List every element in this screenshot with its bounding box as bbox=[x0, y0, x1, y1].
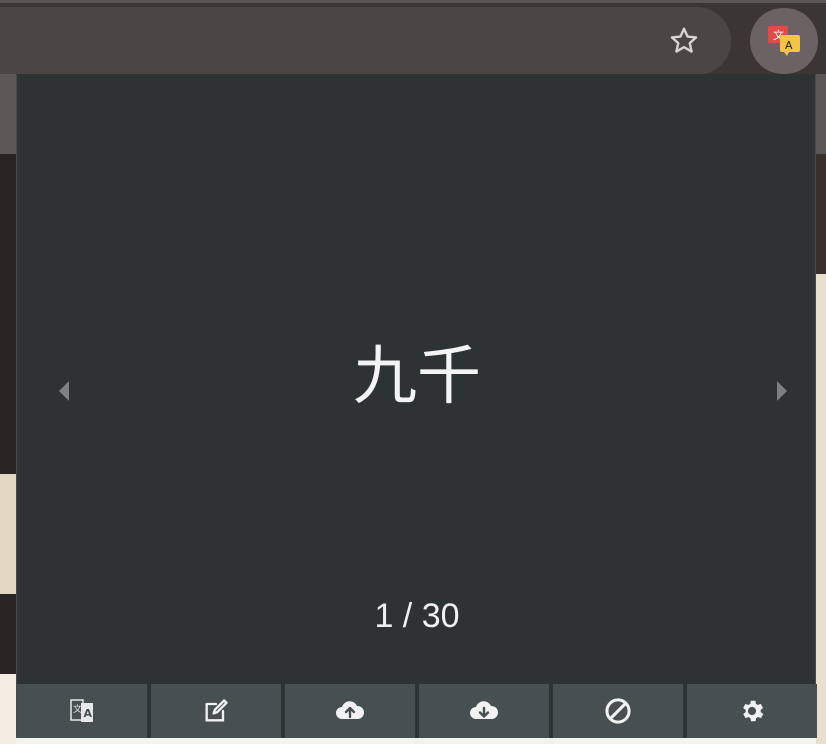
cloud-upload-icon bbox=[336, 701, 365, 719]
block-icon bbox=[605, 698, 631, 724]
svg-text:文: 文 bbox=[73, 703, 82, 715]
download-button[interactable] bbox=[419, 684, 549, 738]
edit-button[interactable] bbox=[151, 684, 281, 738]
cloud-download-icon bbox=[470, 701, 499, 719]
page-background-bottom bbox=[16, 738, 816, 744]
caret-right-icon bbox=[777, 381, 787, 401]
svg-text:A: A bbox=[84, 707, 93, 720]
star-outline-icon[interactable] bbox=[664, 21, 704, 61]
flashcard-popup: 九千 1 / 30 文 A bbox=[16, 74, 817, 738]
block-button[interactable] bbox=[553, 684, 683, 738]
gear-icon bbox=[743, 700, 764, 722]
translate-extension-button[interactable]: 文 A bbox=[750, 8, 818, 74]
browser-toolbar: 文 A bbox=[0, 0, 826, 75]
card-counter: 1 / 30 bbox=[374, 597, 460, 635]
svg-text:A: A bbox=[785, 39, 793, 52]
translate-button[interactable]: 文 A bbox=[17, 684, 147, 738]
address-bar[interactable] bbox=[0, 7, 731, 75]
edit-icon bbox=[205, 699, 228, 722]
page-background-left bbox=[0, 154, 16, 744]
next-card-button[interactable] bbox=[767, 371, 797, 411]
upload-button[interactable] bbox=[285, 684, 415, 738]
action-bar: 文 A bbox=[17, 684, 817, 738]
page-background-right bbox=[816, 154, 826, 744]
translate-icon: 文 A bbox=[70, 699, 93, 722]
flashcard-text: 九千 bbox=[353, 340, 481, 412]
translate-extension-icon: 文 A bbox=[768, 26, 800, 56]
settings-button[interactable] bbox=[687, 684, 817, 738]
